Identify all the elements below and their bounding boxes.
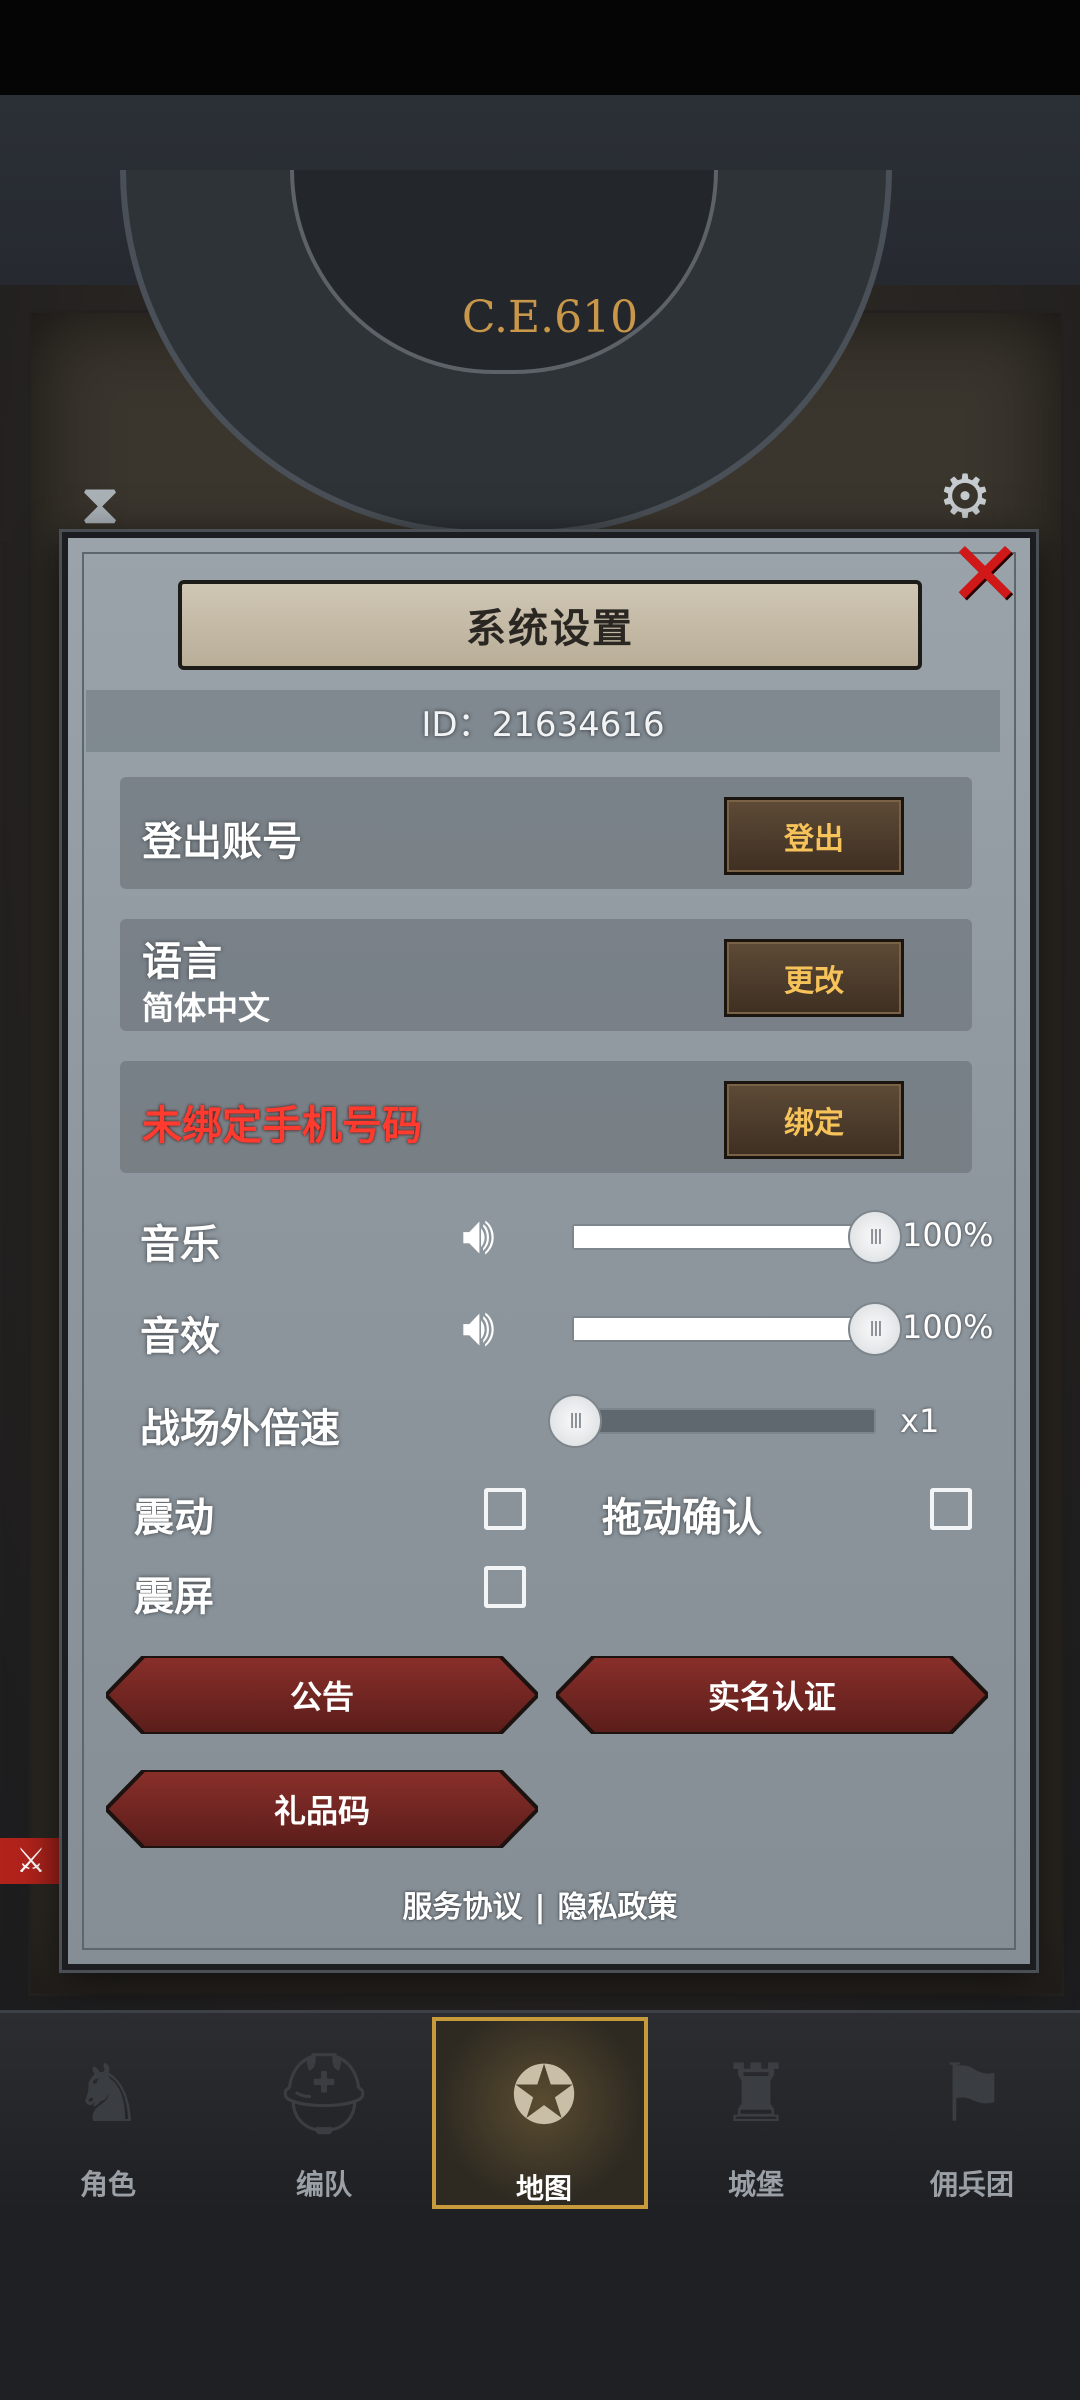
sfx-slider-track[interactable] (572, 1316, 876, 1342)
music-slider-track[interactable] (572, 1224, 876, 1250)
nav-item-mercenaries[interactable]: ⚑ 佣兵团 (864, 2013, 1080, 2213)
policy-links: 服务协议 | 隐私政策 (0, 1882, 1080, 1926)
knight-icon: ♞ (72, 2047, 144, 2140)
close-icon[interactable]: ✕ (940, 530, 1030, 620)
music-slider-knob[interactable]: III (848, 1210, 902, 1264)
privacy-link[interactable]: 隐私政策 (557, 1890, 677, 1925)
real-name-label: 实名认证 (707, 1678, 836, 1716)
sfx-slider-knob[interactable]: III (848, 1302, 902, 1356)
helmet-icon: ⛑ (273, 2047, 375, 2140)
music-value: 100% (902, 1216, 994, 1254)
nav-label: 地图 (515, 2172, 572, 2205)
hourglass-icon[interactable]: ⧗ (70, 470, 130, 540)
nav-item-formation[interactable]: ⛑ 编队 (216, 2013, 432, 2213)
phone-unbound-label: 未绑定手机号码 (142, 1103, 422, 1149)
speed-label: 战场外倍速 (140, 1406, 340, 1452)
terms-link[interactable]: 服务协议 (403, 1890, 523, 1925)
bottom-nav: ♞ 角色 ⛑ 编队 ✪ 地图 ♜ 城堡 ⚑ 佣兵团 (0, 2010, 1080, 2213)
announcement-button[interactable]: 公告 (106, 1656, 538, 1734)
screen-shake-label: 震屏 (134, 1574, 214, 1620)
compass-icon: ✪ (510, 2049, 578, 2142)
nav-label: 角色 (79, 2168, 136, 2201)
nav-label: 佣兵团 (929, 2168, 1014, 2201)
dialog-title-plate: 系统设置 (178, 580, 922, 670)
screen-shake-checkbox[interactable] (484, 1566, 526, 1608)
status-bar (0, 0, 1080, 95)
language-row: 语言 简体中文 更改 (120, 919, 972, 1031)
vibrate-label: 震动 (134, 1495, 214, 1541)
crossed-swords-icon[interactable]: ⚔ (0, 1838, 62, 1884)
language-value: 简体中文 (142, 989, 271, 1027)
sfx-slider-fill (574, 1318, 874, 1340)
drag-confirm-label: 拖动确认 (602, 1495, 762, 1541)
bottom-padding (0, 2210, 1080, 2400)
real-name-button[interactable]: 实名认证 (556, 1656, 988, 1734)
nav-label: 城堡 (727, 2168, 784, 2201)
dialog-title: 系统设置 (466, 606, 634, 652)
logout-row: 登出账号 登出 (120, 777, 972, 889)
link-separator: | (534, 1890, 546, 1925)
logout-button[interactable]: 登出 (724, 797, 904, 875)
phone-row: 未绑定手机号码 绑定 (120, 1061, 972, 1173)
castle-icon: ♜ (720, 2047, 792, 2140)
gift-code-button[interactable]: 礼品码 (106, 1770, 538, 1848)
vibrate-checkbox[interactable] (484, 1488, 526, 1530)
gift-code-label: 礼品码 (273, 1792, 370, 1830)
nav-item-characters[interactable]: ♞ 角色 (0, 2013, 216, 2213)
speed-slider-knob[interactable]: III (548, 1394, 602, 1448)
speed-value: x1 (900, 1402, 940, 1440)
speaker-icon[interactable]: 🔊︎ (462, 1298, 532, 1358)
music-label: 音乐 (140, 1222, 220, 1268)
bind-phone-button[interactable]: 绑定 (724, 1081, 904, 1159)
nav-item-castle[interactable]: ♜ 城堡 (648, 2013, 864, 2213)
speed-slider-track[interactable] (572, 1408, 876, 1434)
announcement-label: 公告 (289, 1678, 354, 1716)
sfx-label: 音效 (140, 1314, 220, 1360)
language-label: 语言 (142, 939, 222, 985)
speaker-icon[interactable]: 🔊︎ (462, 1206, 532, 1266)
logout-label: 登出账号 (142, 819, 302, 865)
banner-icon: ⚑ (936, 2047, 1008, 2140)
era-label: C.E.610 (461, 292, 639, 343)
drag-confirm-checkbox[interactable] (930, 1488, 972, 1530)
player-id: ID：21634616 (86, 690, 1000, 752)
sfx-value: 100% (902, 1308, 994, 1346)
change-language-button[interactable]: 更改 (724, 939, 904, 1017)
nav-label: 编队 (295, 2168, 352, 2201)
nav-item-map[interactable]: ✪ 地图 (432, 2017, 648, 2209)
music-slider-fill (574, 1226, 874, 1248)
